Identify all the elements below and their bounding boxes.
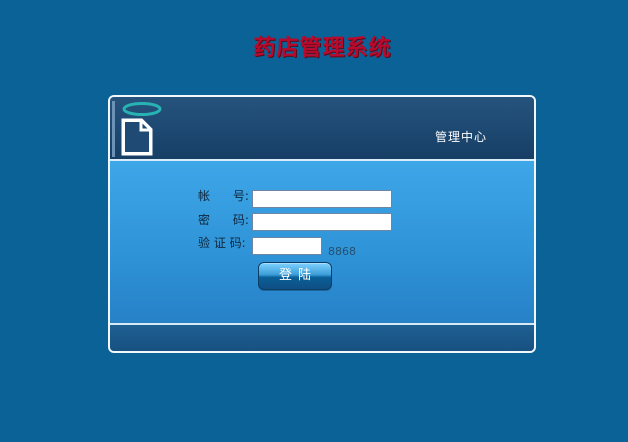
password-label: 密 码:	[198, 213, 249, 227]
header-text: 管理中心	[435, 130, 488, 144]
captcha-code: 8868	[328, 245, 356, 258]
login-panel: 管理中心 帐 号: 密 码: 验 证 码: 8868 登陆	[108, 95, 536, 353]
account-label: 帐 号:	[198, 189, 249, 203]
password-input[interactable]	[252, 213, 392, 231]
header-left-strip	[112, 101, 115, 157]
page-title: 药店管理系统	[253, 35, 392, 61]
document-halo-icon	[121, 102, 162, 156]
panel-body	[110, 161, 534, 323]
captcha-input[interactable]	[252, 237, 322, 255]
captcha-label: 验 证 码:	[198, 236, 246, 250]
panel-footer	[110, 323, 534, 351]
login-button[interactable]: 登陆	[258, 262, 332, 290]
panel-header: 管理中心	[110, 97, 534, 161]
account-input[interactable]	[252, 190, 392, 208]
